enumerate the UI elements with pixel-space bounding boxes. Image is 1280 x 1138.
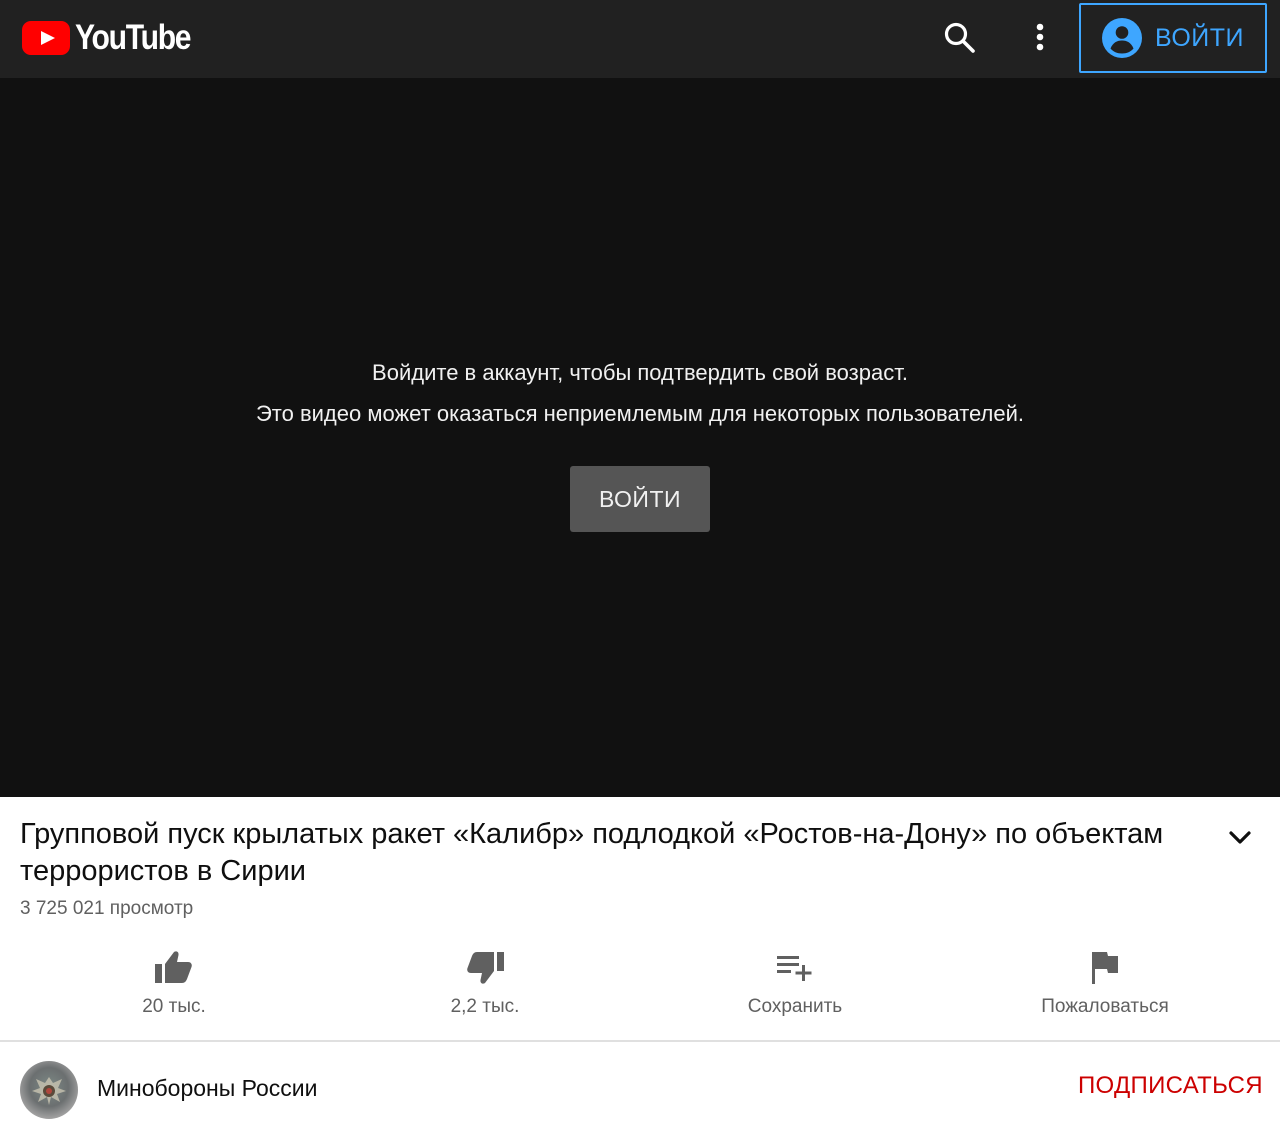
youtube-logo[interactable]: YouTube — [22, 18, 209, 57]
more-options-button[interactable] — [1024, 17, 1056, 59]
report-button[interactable]: Пожаловаться — [985, 940, 1225, 1024]
search-icon — [944, 22, 975, 53]
age-gate-warning: Это видео может оказаться неприемлемым д… — [255, 401, 1025, 426]
account-circle-icon — [1102, 18, 1142, 58]
header-signin-button[interactable]: ВОЙТИ — [1079, 3, 1267, 73]
video-title: Групповой пуск крылатых ракет «Калибр» п… — [20, 818, 1164, 887]
divider — [0, 1040, 1280, 1042]
channel-avatar[interactable] — [20, 1061, 78, 1119]
channel-emblem-icon — [32, 1077, 66, 1105]
video-player[interactable]: Войдите в аккаунт, чтобы подтвердить сво… — [0, 78, 1280, 797]
like-button[interactable]: 20 тыс. — [54, 940, 294, 1024]
flag-icon — [1092, 952, 1118, 984]
more-vert-icon — [1036, 23, 1044, 51]
chevron-down-icon — [1229, 831, 1251, 844]
view-count: 3 725 021 просмотр — [20, 898, 194, 919]
save-label: Сохранить — [747, 996, 843, 1017]
report-label: Пожаловаться — [1041, 996, 1169, 1017]
dislike-count: 2,2 тыс. — [450, 996, 520, 1017]
channel-name[interactable]: Минобороны России — [97, 1075, 318, 1102]
playlist-add-icon — [777, 956, 812, 981]
logo-text: YouTube — [75, 18, 192, 57]
thumb-up-icon — [155, 951, 192, 983]
save-button[interactable]: Сохранить — [675, 940, 915, 1024]
age-gate-message: Войдите в аккаунт, чтобы подтвердить сво… — [372, 360, 908, 385]
search-button[interactable] — [939, 17, 981, 59]
youtube-play-logo-icon — [22, 21, 70, 55]
dislike-button[interactable]: 2,2 тыс. — [365, 940, 605, 1024]
player-signin-button[interactable]: ВОЙТИ — [570, 466, 710, 532]
thumb-down-icon — [467, 952, 504, 984]
expand-description-button[interactable] — [1222, 822, 1258, 854]
like-count: 20 тыс. — [142, 996, 206, 1017]
top-app-bar: YouTube ВОЙТИ — [0, 0, 1280, 78]
header-signin-label: ВОЙТИ — [1155, 23, 1244, 52]
subscribe-button[interactable]: ПОДПИСАТЬСЯ — [1078, 1072, 1263, 1100]
